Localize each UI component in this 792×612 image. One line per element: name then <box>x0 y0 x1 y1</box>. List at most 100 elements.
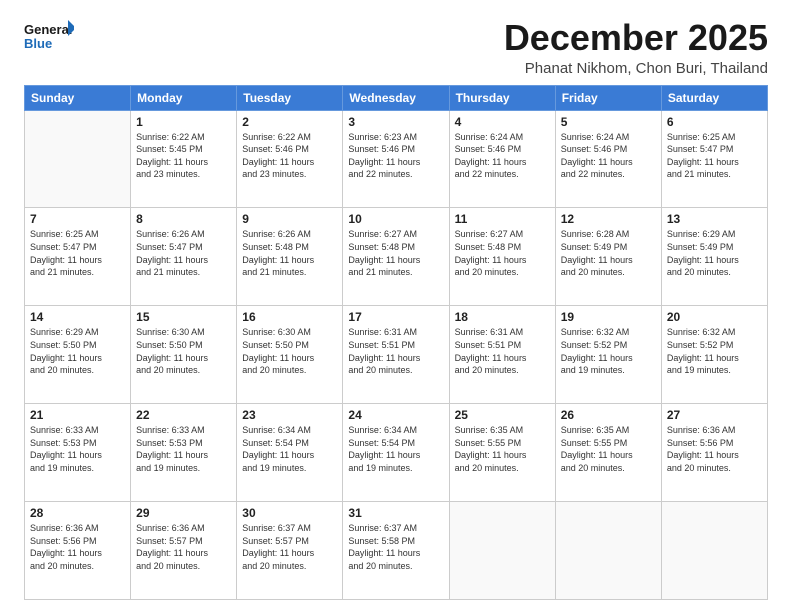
week-row-1: 1Sunrise: 6:22 AM Sunset: 5:45 PM Daylig… <box>25 110 768 208</box>
day-cell-18: 18 Sunrise: 6:31 AM Sunset: 5:51 PM Dayli… <box>449 306 555 404</box>
day-number-31: 31 <box>348 506 443 520</box>
weekday-header-tuesday: Tuesday <box>237 85 343 110</box>
page: General Blue December 2025 Phanat Nikhom… <box>0 0 792 612</box>
day-info-22: Sunrise: 6:33 AM Sunset: 5:53 PM Dayligh… <box>136 424 231 474</box>
day-info-19: Sunrise: 6:32 AM Sunset: 5:52 PM Dayligh… <box>561 326 656 376</box>
day-info-14: Sunrise: 6:29 AM Sunset: 5:50 PM Dayligh… <box>30 326 125 376</box>
day-cell-26: 26 Sunrise: 6:35 AM Sunset: 5:55 PM Dayli… <box>555 404 661 502</box>
day-info-3: Sunrise: 6:23 AM Sunset: 5:46 PM Dayligh… <box>348 131 443 181</box>
day-cell-14: 14 Sunrise: 6:29 AM Sunset: 5:50 PM Dayli… <box>25 306 131 404</box>
day-number-13: 13 <box>667 212 762 226</box>
weekday-header-wednesday: Wednesday <box>343 85 449 110</box>
day-number-7: 7 <box>30 212 125 226</box>
day-number-23: 23 <box>242 408 337 422</box>
day-number-18: 18 <box>455 310 550 324</box>
day-number-15: 15 <box>136 310 231 324</box>
empty-cell <box>661 502 767 600</box>
day-cell-23: 23 Sunrise: 6:34 AM Sunset: 5:54 PM Dayli… <box>237 404 343 502</box>
day-info-9: Sunrise: 6:26 AM Sunset: 5:48 PM Dayligh… <box>242 228 337 278</box>
day-info-18: Sunrise: 6:31 AM Sunset: 5:51 PM Dayligh… <box>455 326 550 376</box>
day-info-27: Sunrise: 6:36 AM Sunset: 5:56 PM Dayligh… <box>667 424 762 474</box>
empty-cell <box>555 502 661 600</box>
month-title: December 2025 <box>504 18 768 58</box>
weekday-header-friday: Friday <box>555 85 661 110</box>
day-number-20: 20 <box>667 310 762 324</box>
logo: General Blue <box>24 18 74 58</box>
day-number-8: 8 <box>136 212 231 226</box>
day-info-5: Sunrise: 6:24 AM Sunset: 5:46 PM Dayligh… <box>561 131 656 181</box>
week-row-3: 14 Sunrise: 6:29 AM Sunset: 5:50 PM Dayli… <box>25 306 768 404</box>
day-number-26: 26 <box>561 408 656 422</box>
day-number-29: 29 <box>136 506 231 520</box>
day-info-23: Sunrise: 6:34 AM Sunset: 5:54 PM Dayligh… <box>242 424 337 474</box>
header: General Blue December 2025 Phanat Nikhom… <box>24 18 768 77</box>
day-info-25: Sunrise: 6:35 AM Sunset: 5:55 PM Dayligh… <box>455 424 550 474</box>
week-row-4: 21 Sunrise: 6:33 AM Sunset: 5:53 PM Dayli… <box>25 404 768 502</box>
svg-text:General: General <box>24 22 72 37</box>
day-number-14: 14 <box>30 310 125 324</box>
day-info-20: Sunrise: 6:32 AM Sunset: 5:52 PM Dayligh… <box>667 326 762 376</box>
day-info-8: Sunrise: 6:26 AM Sunset: 5:47 PM Dayligh… <box>136 228 231 278</box>
week-row-5: 28 Sunrise: 6:36 AM Sunset: 5:56 PM Dayli… <box>25 502 768 600</box>
day-number-21: 21 <box>30 408 125 422</box>
day-cell-6: 6 Sunrise: 6:25 AM Sunset: 5:47 PM Daylig… <box>661 110 767 208</box>
day-info-16: Sunrise: 6:30 AM Sunset: 5:50 PM Dayligh… <box>242 326 337 376</box>
day-cell-21: 21Sunrise: 6:33 AM Sunset: 5:53 PM Dayli… <box>25 404 131 502</box>
day-info-4: Sunrise: 6:24 AM Sunset: 5:46 PM Dayligh… <box>455 131 550 181</box>
weekday-header-row: SundayMondayTuesdayWednesdayThursdayFrid… <box>25 85 768 110</box>
day-number-12: 12 <box>561 212 656 226</box>
day-info-30: Sunrise: 6:37 AM Sunset: 5:57 PM Dayligh… <box>242 522 337 572</box>
day-cell-28: 28 Sunrise: 6:36 AM Sunset: 5:56 PM Dayli… <box>25 502 131 600</box>
day-number-5: 5 <box>561 115 656 129</box>
day-number-28: 28 <box>30 506 125 520</box>
day-cell-19: 19 Sunrise: 6:32 AM Sunset: 5:52 PM Dayli… <box>555 306 661 404</box>
day-info-6: Sunrise: 6:25 AM Sunset: 5:47 PM Dayligh… <box>667 131 762 181</box>
day-number-25: 25 <box>455 408 550 422</box>
day-info-28: Sunrise: 6:36 AM Sunset: 5:56 PM Dayligh… <box>30 522 125 572</box>
day-info-29: Sunrise: 6:36 AM Sunset: 5:57 PM Dayligh… <box>136 522 231 572</box>
week-row-2: 7Sunrise: 6:25 AM Sunset: 5:47 PM Daylig… <box>25 208 768 306</box>
day-info-11: Sunrise: 6:27 AM Sunset: 5:48 PM Dayligh… <box>455 228 550 278</box>
weekday-header-saturday: Saturday <box>661 85 767 110</box>
svg-text:Blue: Blue <box>24 36 52 51</box>
weekday-header-sunday: Sunday <box>25 85 131 110</box>
day-cell-31: 31Sunrise: 6:37 AM Sunset: 5:58 PM Dayli… <box>343 502 449 600</box>
day-cell-2: 2Sunrise: 6:22 AM Sunset: 5:46 PM Daylig… <box>237 110 343 208</box>
day-info-10: Sunrise: 6:27 AM Sunset: 5:48 PM Dayligh… <box>348 228 443 278</box>
day-cell-1: 1Sunrise: 6:22 AM Sunset: 5:45 PM Daylig… <box>131 110 237 208</box>
day-cell-13: 13 Sunrise: 6:29 AM Sunset: 5:49 PM Dayli… <box>661 208 767 306</box>
weekday-header-monday: Monday <box>131 85 237 110</box>
empty-cell <box>25 110 131 208</box>
day-info-12: Sunrise: 6:28 AM Sunset: 5:49 PM Dayligh… <box>561 228 656 278</box>
day-info-26: Sunrise: 6:35 AM Sunset: 5:55 PM Dayligh… <box>561 424 656 474</box>
day-number-6: 6 <box>667 115 762 129</box>
day-info-13: Sunrise: 6:29 AM Sunset: 5:49 PM Dayligh… <box>667 228 762 278</box>
day-number-24: 24 <box>348 408 443 422</box>
day-cell-10: 10 Sunrise: 6:27 AM Sunset: 5:48 PM Dayli… <box>343 208 449 306</box>
day-cell-22: 22Sunrise: 6:33 AM Sunset: 5:53 PM Dayli… <box>131 404 237 502</box>
day-cell-8: 8 Sunrise: 6:26 AM Sunset: 5:47 PM Daylig… <box>131 208 237 306</box>
day-cell-12: 12 Sunrise: 6:28 AM Sunset: 5:49 PM Dayli… <box>555 208 661 306</box>
day-cell-27: 27Sunrise: 6:36 AM Sunset: 5:56 PM Dayli… <box>661 404 767 502</box>
empty-cell <box>449 502 555 600</box>
day-number-4: 4 <box>455 115 550 129</box>
calendar-table: SundayMondayTuesdayWednesdayThursdayFrid… <box>24 85 768 600</box>
day-cell-17: 17Sunrise: 6:31 AM Sunset: 5:51 PM Dayli… <box>343 306 449 404</box>
title-block: December 2025 Phanat Nikhom, Chon Buri, … <box>504 18 768 77</box>
day-cell-24: 24Sunrise: 6:34 AM Sunset: 5:54 PM Dayli… <box>343 404 449 502</box>
day-cell-7: 7Sunrise: 6:25 AM Sunset: 5:47 PM Daylig… <box>25 208 131 306</box>
day-cell-11: 11Sunrise: 6:27 AM Sunset: 5:48 PM Dayli… <box>449 208 555 306</box>
day-cell-4: 4 Sunrise: 6:24 AM Sunset: 5:46 PM Daylig… <box>449 110 555 208</box>
day-info-2: Sunrise: 6:22 AM Sunset: 5:46 PM Dayligh… <box>242 131 337 181</box>
day-info-17: Sunrise: 6:31 AM Sunset: 5:51 PM Dayligh… <box>348 326 443 376</box>
day-number-19: 19 <box>561 310 656 324</box>
day-cell-3: 3 Sunrise: 6:23 AM Sunset: 5:46 PM Daylig… <box>343 110 449 208</box>
day-cell-5: 5 Sunrise: 6:24 AM Sunset: 5:46 PM Daylig… <box>555 110 661 208</box>
day-cell-20: 20 Sunrise: 6:32 AM Sunset: 5:52 PM Dayli… <box>661 306 767 404</box>
day-cell-15: 15Sunrise: 6:30 AM Sunset: 5:50 PM Dayli… <box>131 306 237 404</box>
day-info-1: Sunrise: 6:22 AM Sunset: 5:45 PM Dayligh… <box>136 131 231 181</box>
weekday-header-thursday: Thursday <box>449 85 555 110</box>
day-cell-9: 9Sunrise: 6:26 AM Sunset: 5:48 PM Daylig… <box>237 208 343 306</box>
day-number-10: 10 <box>348 212 443 226</box>
day-number-3: 3 <box>348 115 443 129</box>
